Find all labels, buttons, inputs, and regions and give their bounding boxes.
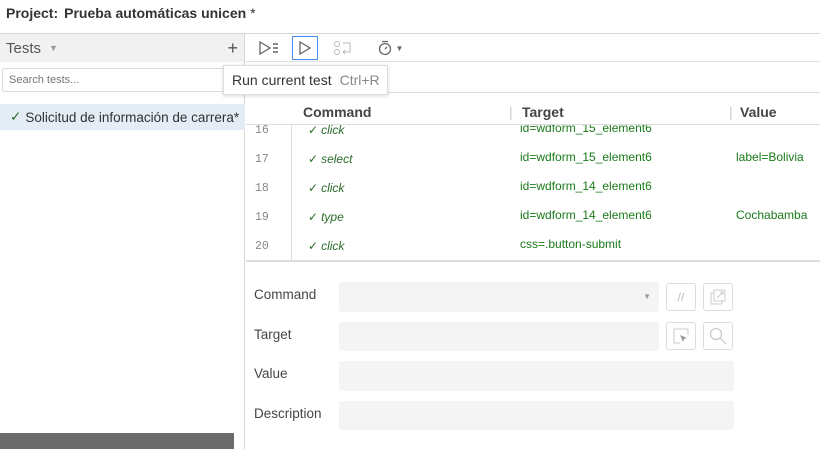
column-separator[interactable]: | [729, 104, 733, 120]
speed-button[interactable]: ▼ [372, 36, 408, 60]
command-table: 16 ✓ click id=wdform_15_element6 17 ✓ select i… [246, 125, 820, 262]
row-value: Cochabamba [736, 208, 808, 222]
command-label: Command [254, 287, 317, 302]
row-number: 20 [255, 240, 269, 253]
table-row[interactable]: 19 ✓ type id=wdform_14_element6 Cochabamba [246, 208, 820, 237]
test-name: Solicitud de información de carrera* [25, 109, 240, 125]
project-name[interactable]: Prueba automáticas unicen [64, 5, 246, 21]
description-input[interactable] [339, 401, 734, 430]
header-command: Command [303, 104, 372, 120]
run-all-icon [259, 41, 278, 55]
open-window-icon [710, 289, 726, 305]
project-title: Project: Prueba automáticas unicen * [6, 5, 256, 21]
row-value: label=Bolivia [736, 150, 804, 164]
tooltip: Run current test Ctrl+R [223, 65, 388, 95]
target-label: Target [254, 327, 292, 342]
table-row[interactable]: 16 ✓ click id=wdform_15_element6 [246, 125, 820, 150]
row-number: 18 [255, 182, 269, 195]
play-icon [299, 41, 312, 55]
run-all-tests-button[interactable] [256, 36, 282, 60]
tests-dropdown[interactable]: Tests [6, 40, 41, 57]
tooltip-shortcut: Ctrl+R [339, 72, 380, 88]
open-reference-button[interactable] [703, 283, 733, 311]
search-icon [709, 327, 727, 345]
target-input[interactable] [339, 322, 659, 351]
row-number: 19 [255, 211, 269, 224]
tooltip-label: Run current test [232, 72, 332, 88]
row-target: css=.button-submit [520, 237, 622, 251]
caret-down-icon: ▼ [643, 292, 651, 301]
command-input[interactable]: ▼ [339, 282, 659, 312]
description-label: Description [254, 406, 322, 421]
test-item[interactable]: ✓ Solicitud de información de carrera* [0, 104, 245, 130]
stopwatch-icon [378, 40, 391, 56]
step-over-button[interactable] [330, 36, 356, 60]
comment-button[interactable]: // [666, 283, 696, 311]
caret-down-icon: ▼ [395, 43, 404, 53]
caret-down-icon[interactable]: ▼ [49, 43, 58, 53]
run-current-test-button[interactable] [292, 36, 318, 60]
cursor-select-icon [673, 328, 689, 344]
step-icon [334, 41, 351, 55]
header-value: Value [740, 104, 777, 120]
tests-header: Tests ▼ + [0, 34, 244, 62]
row-command: ✓ select [308, 152, 353, 166]
table-row[interactable]: 17 ✓ select id=wdform_15_element6 label=Boli… [246, 150, 820, 179]
row-command: ✓ click [308, 181, 345, 195]
row-target: id=wdform_14_element6 [520, 179, 652, 193]
row-command: ✓ type [308, 210, 344, 224]
row-command: ✓ click [308, 239, 345, 253]
row-number: 16 [255, 125, 269, 137]
add-test-button[interactable]: + [227, 38, 238, 59]
table-row[interactable]: 18 ✓ click id=wdform_14_element6 [246, 179, 820, 208]
column-separator[interactable]: | [509, 104, 513, 120]
row-command: ✓ click [308, 125, 345, 137]
table-row[interactable]: 20 ✓ click css=.button-submit [246, 237, 820, 260]
horizontal-scrollbar[interactable] [0, 433, 234, 449]
find-target-button[interactable] [703, 322, 733, 350]
value-label: Value [254, 366, 288, 381]
dirty-marker: * [250, 5, 256, 21]
search-tests-input[interactable] [2, 68, 242, 92]
header-target: Target [522, 104, 564, 120]
project-label: Project: [6, 5, 59, 21]
table-header: Command | Target | Value [246, 97, 820, 125]
tests-panel: Tests ▼ + ✓ Solicitud de información de … [0, 34, 245, 449]
select-target-button[interactable] [666, 322, 696, 350]
value-input[interactable] [339, 361, 734, 391]
check-icon: ✓ [10, 109, 22, 124]
toolbar: ▼ [246, 34, 820, 62]
row-target: id=wdform_15_element6 [520, 125, 652, 135]
row-target: id=wdform_14_element6 [520, 208, 652, 222]
row-target: id=wdform_15_element6 [520, 150, 652, 164]
row-number: 17 [255, 153, 269, 166]
